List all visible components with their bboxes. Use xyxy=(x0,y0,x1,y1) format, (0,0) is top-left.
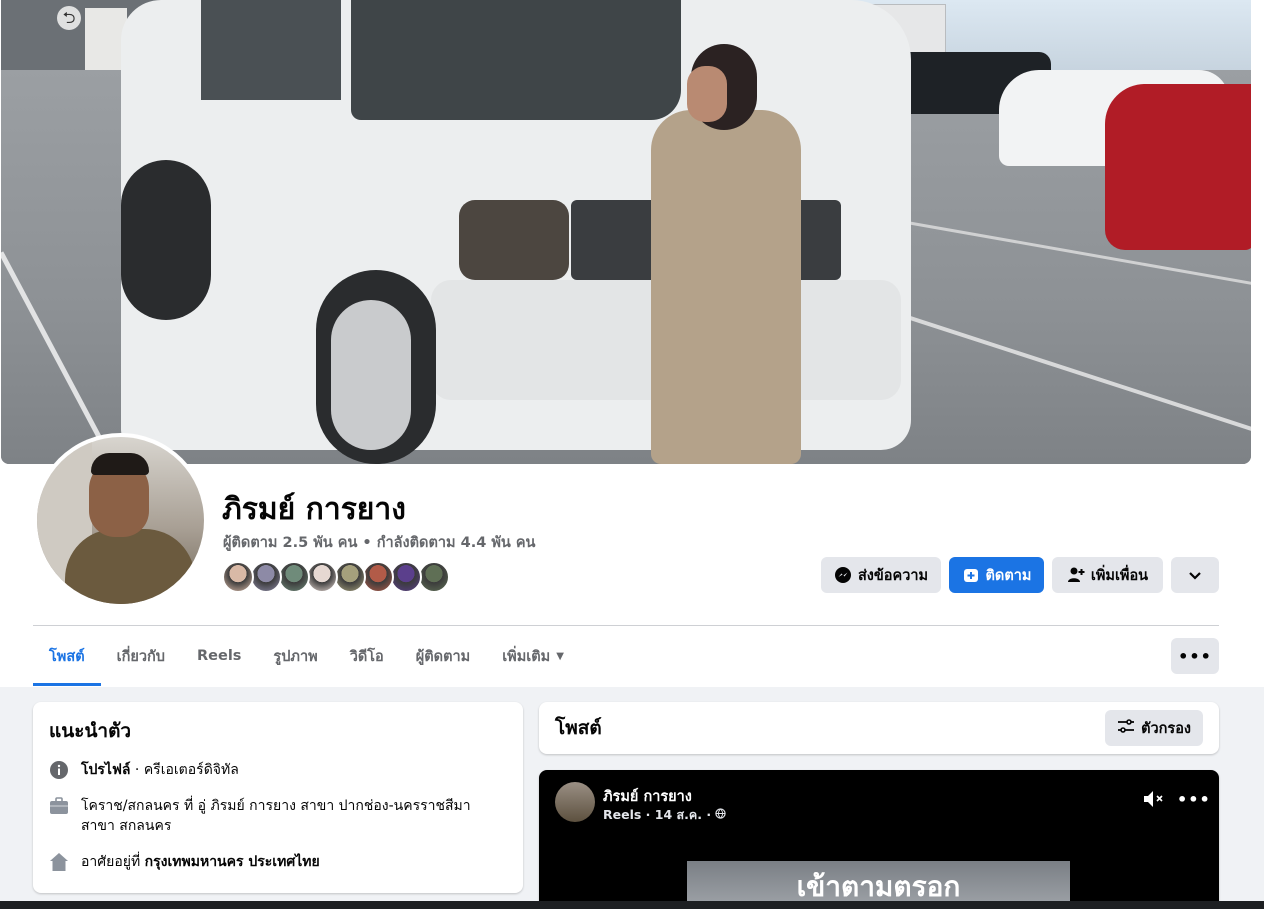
filter-icon xyxy=(1117,718,1135,738)
intro-work-row: โคราช/สกลนคร ที่ อู่ ภิรมย์ การยาง สาขา … xyxy=(49,796,507,836)
tab-photos[interactable]: รูปภาพ xyxy=(257,626,333,686)
friend-avatars[interactable] xyxy=(222,561,450,593)
friend-avatar[interactable] xyxy=(222,561,254,593)
intro-work-text: โคราช/สกลนคร ที่ อู่ ภิรมย์ การยาง สาขา … xyxy=(81,798,471,834)
post-meta-text[interactable]: Reels · 14 ส.ค. · xyxy=(603,807,711,822)
briefcase-icon xyxy=(49,796,69,816)
post-more-icon[interactable]: ••• xyxy=(1177,790,1211,809)
add-friend-label: เพิ่มเพื่อน xyxy=(1090,567,1149,584)
messenger-icon xyxy=(834,566,852,584)
follow-label: ติดตาม xyxy=(985,567,1032,584)
add-friend-button[interactable]: เพิ่มเพื่อน xyxy=(1052,557,1163,593)
home-icon xyxy=(49,852,69,872)
post-card: ภิรมย์ การยาง Reels · 14 ส.ค. · ••• เข้า… xyxy=(539,770,1219,909)
friend-avatar[interactable] xyxy=(362,561,394,593)
profile-tabs: โพสต์ เกี่ยวกับ Reels รูปภาพ วิดีโอ ผู้ต… xyxy=(33,626,580,686)
intro-profile-value: · ครีเอเตอร์ดิจิทัล xyxy=(130,762,239,778)
posts-title: โพสต์ xyxy=(555,717,602,739)
tab-videos[interactable]: วิดีโอ xyxy=(334,626,400,686)
globe-icon xyxy=(715,807,727,822)
profile-header: ⮌ ภิรมย์ การยาง ผู้ติดตาม 2.5 พัน คน • ก… xyxy=(0,0,1264,687)
follower-stats[interactable]: ผู้ติดตาม 2.5 พัน คน • กำลังติดตาม 4.4 พ… xyxy=(223,531,535,554)
post-meta: Reels · 14 ส.ค. · xyxy=(603,805,727,825)
os-taskbar xyxy=(0,901,1264,909)
intro-lives-row: อาศัยอยู่ที่ กรุงเทพมหานคร ประเทศไทย xyxy=(49,852,507,872)
follow-button[interactable]: ติดตาม xyxy=(949,557,1044,593)
friend-avatar[interactable] xyxy=(390,561,422,593)
cover-photo[interactable]: ⮌ xyxy=(1,0,1251,464)
intro-card: แนะนำตัว โปรไฟล์ · ครีเอเตอร์ดิจิทัล โคร… xyxy=(33,702,523,893)
intro-lives-prefix: อาศัยอยู่ที่ xyxy=(81,854,145,870)
intro-lives-value[interactable]: กรุงเทพมหานคร ประเทศไทย xyxy=(145,854,320,870)
info-icon xyxy=(49,760,69,780)
friend-avatar[interactable] xyxy=(250,561,282,593)
more-options-button[interactable] xyxy=(1171,557,1219,593)
profile-more-button[interactable]: ••• xyxy=(1171,638,1219,674)
message-button[interactable]: ส่งข้อความ xyxy=(821,557,941,593)
intro-profile-label: โปรไฟล์ xyxy=(81,762,131,778)
follow-icon xyxy=(962,566,980,584)
caret-down-icon: ▼ xyxy=(556,650,564,662)
friend-avatar[interactable] xyxy=(306,561,338,593)
friend-avatar[interactable] xyxy=(278,561,310,593)
chevron-down-icon xyxy=(1186,566,1204,584)
tab-about[interactable]: เกี่ยวกับ xyxy=(101,626,181,686)
filter-label: ตัวกรอง xyxy=(1141,720,1191,737)
intro-profile-row: โปรไฟล์ · ครีเอเตอร์ดิจิทัล xyxy=(49,760,507,780)
tab-posts[interactable]: โพสต์ xyxy=(33,626,101,686)
tab-reels[interactable]: Reels xyxy=(181,626,257,686)
post-author-avatar[interactable] xyxy=(555,782,595,822)
mute-icon[interactable] xyxy=(1143,790,1165,812)
more-icon: ••• xyxy=(1178,646,1212,666)
posts-header-card: โพสต์ ตัวกรอง xyxy=(539,702,1219,754)
tab-followers[interactable]: ผู้ติดตาม xyxy=(400,626,486,686)
back-arrow-sign: ⮌ xyxy=(57,6,81,30)
profile-avatar[interactable] xyxy=(33,433,208,608)
intro-title: แนะนำตัว xyxy=(49,720,132,742)
add-friend-icon xyxy=(1067,566,1085,584)
message-label: ส่งข้อความ xyxy=(857,567,929,584)
profile-name: ภิรมย์ การยาง xyxy=(222,492,406,527)
tab-more[interactable]: เพิ่มเติม ▼ xyxy=(486,626,580,686)
tab-more-label: เพิ่มเติม xyxy=(502,648,551,665)
filter-button[interactable]: ตัวกรอง xyxy=(1105,710,1203,746)
friend-avatar[interactable] xyxy=(418,561,450,593)
friend-avatar[interactable] xyxy=(334,561,366,593)
